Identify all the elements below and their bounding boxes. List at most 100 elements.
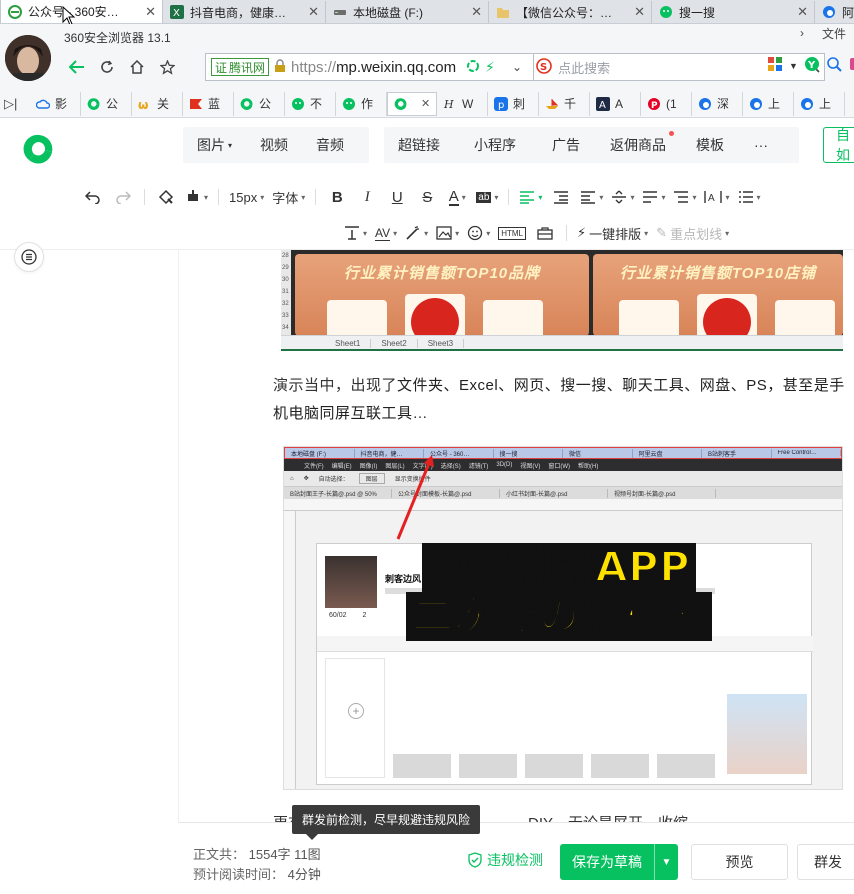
pinned-tab[interactable]: AA xyxy=(590,91,641,116)
insert-image[interactable]: 图片 ▾ xyxy=(183,135,246,155)
magic-wand-icon[interactable]: ▾ xyxy=(401,218,432,248)
pinned-tab[interactable]: 影 xyxy=(30,91,81,116)
close-icon[interactable]: ✕ xyxy=(797,4,808,20)
lightning-icon[interactable]: ⚡ xyxy=(485,59,495,76)
mass-send-button[interactable]: 群发 xyxy=(797,844,854,880)
media-insert-group: 图片 ▾ 视频 音频 xyxy=(183,127,369,163)
paragraph-spacing-icon[interactable]: ▾ xyxy=(638,182,669,212)
indent-icon[interactable] xyxy=(546,182,576,212)
outdent-icon[interactable]: ▾ xyxy=(576,182,607,212)
insert-hyperlink[interactable]: 超链接 xyxy=(384,135,454,155)
redo-icon[interactable] xyxy=(108,182,138,212)
insert-video[interactable]: 视频 xyxy=(246,135,302,155)
close-icon[interactable]: ✕ xyxy=(421,97,430,110)
preview-button[interactable]: 预览 xyxy=(691,844,788,880)
pinned-tab[interactable]: 公 xyxy=(234,91,285,116)
excel-screenshot-image[interactable]: 28 29 30 31 32 33 34 行业累计销售额TOP10品牌 行业累计销售额TOP… xyxy=(281,250,843,351)
clear-format-icon[interactable]: ▾ xyxy=(181,182,212,212)
dropdown-chevron-icon[interactable]: ⌄ xyxy=(512,60,522,74)
save-draft-button[interactable]: 保存为草稿 ▼ xyxy=(560,844,678,880)
file-menu[interactable]: 文件 xyxy=(822,25,846,42)
extension-puzzle-icon[interactable] xyxy=(848,56,854,75)
pinned-tab[interactable]: ✕ xyxy=(387,91,437,116)
extension-y-icon[interactable]: Y xyxy=(804,56,820,75)
underline-icon[interactable]: U xyxy=(382,182,412,212)
pinned-tab[interactable]: 不 xyxy=(285,91,336,116)
emoji-icon[interactable]: ▾ xyxy=(463,218,494,248)
pinned-tab[interactable]: 千 xyxy=(539,91,590,116)
avatar[interactable] xyxy=(5,35,51,81)
align-left-icon[interactable]: ▾ xyxy=(515,182,546,212)
undo-icon[interactable] xyxy=(78,182,108,212)
search-engine-icon[interactable]: S xyxy=(536,57,552,77)
insert-audio[interactable]: 音频 xyxy=(302,135,358,155)
pinned-tab[interactable]: ω关 xyxy=(132,91,183,116)
window-tab[interactable]: 本地磁盘 (F:) ✕ xyxy=(326,1,489,23)
close-icon[interactable]: ✕ xyxy=(308,4,319,20)
pinned-tab[interactable]: 作 xyxy=(336,91,387,116)
pinned-tab[interactable]: 公 xyxy=(81,91,132,116)
bold-icon[interactable]: B xyxy=(322,182,352,212)
close-icon[interactable]: ✕ xyxy=(145,4,156,20)
image-icon[interactable]: ▾ xyxy=(432,218,463,248)
insert-ad[interactable]: 广告 xyxy=(536,135,596,155)
home-button[interactable] xyxy=(122,53,152,81)
line-height-icon[interactable]: ▾ xyxy=(669,182,700,212)
more-button[interactable]: ··· xyxy=(740,137,782,153)
strikethrough-icon[interactable]: S xyxy=(412,182,442,212)
italic-icon[interactable]: I xyxy=(352,182,382,212)
editor-canvas[interactable]: 28 29 30 31 32 33 34 行业累计销售额TOP10品牌 行业累计销售额TOP… xyxy=(178,250,854,822)
refresh-button[interactable] xyxy=(92,53,122,81)
pinned-tab[interactable]: 上 xyxy=(743,91,794,116)
search-input[interactable]: 点此搜索 xyxy=(558,58,800,77)
insert-miniprogram[interactable]: 小程序 xyxy=(454,135,536,155)
margin-icon[interactable]: ▾ xyxy=(340,218,371,248)
sidebar-toggle-icon[interactable]: ▷| xyxy=(4,96,30,112)
apps-icon[interactable] xyxy=(767,56,783,75)
pinned-tab[interactable]: 蓝 xyxy=(183,91,234,116)
highlight-line-button[interactable]: ✎ 重点划线 ▾ xyxy=(652,218,733,248)
chevron-down-icon[interactable]: ▼ xyxy=(654,844,678,880)
pinned-tab[interactable]: P (1 xyxy=(641,91,692,116)
html-icon[interactable]: HTML xyxy=(494,218,530,248)
photoshop-screenshot-image[interactable]: 本地磁盘 (F:) 抖音电商，健… 公众号 - 360… 搜一搜 微信 阿里云盘 B站刺客手… xyxy=(283,446,843,790)
window-tab[interactable]: X 抖音电商，健康… ✕ xyxy=(163,1,326,23)
pinned-tab[interactable]: HW xyxy=(437,91,488,116)
certificate-badge[interactable]: 证腾讯网 xyxy=(211,58,270,76)
highlight-color-icon[interactable]: ab ▾ xyxy=(472,182,502,212)
chevron-down-icon[interactable]: ▼ xyxy=(789,61,798,71)
star-icon xyxy=(159,59,175,75)
chevron-right-icon[interactable]: › xyxy=(800,26,804,40)
window-tab[interactable]: 阿里 xyxy=(815,1,854,23)
one-click-layout-button[interactable]: ⚡ 一键排版 ▾ xyxy=(573,218,652,248)
publish-button-partial[interactable]: 自如 xyxy=(823,127,854,163)
favorite-button[interactable] xyxy=(152,53,182,81)
window-tab-active[interactable]: 公众号 - 360安… ✕ xyxy=(0,0,163,23)
insert-commission-product[interactable]: 返佣商品 xyxy=(596,131,680,155)
pinned-tab[interactable]: 上 xyxy=(794,91,845,116)
pinned-tab[interactable]: 深 xyxy=(692,91,743,116)
format-toolbar-row1: ▾ 15px ▾ 字体 ▾ B I U S A ▾ ab ▾ ▾ ▾ ▾ ▾ ▾ A ▾ … xyxy=(78,178,854,216)
url-text[interactable]: https://mp.weixin.qq.com xyxy=(291,59,461,76)
zoom-icon[interactable] xyxy=(826,56,842,75)
pinned-tab-label: 公 xyxy=(259,97,272,111)
list-icon[interactable]: ▾ xyxy=(734,182,765,212)
font-size-select[interactable]: 15px ▾ xyxy=(225,182,268,212)
window-tab[interactable]: 【微信公众号：… ✕ xyxy=(489,1,652,23)
compliance-check-button[interactable]: 违规检测 xyxy=(468,850,543,870)
outline-toggle-button[interactable] xyxy=(14,242,44,272)
window-tab[interactable]: 搜一搜 ✕ xyxy=(652,1,815,23)
pinned-tab[interactable]: p刺 xyxy=(488,91,539,116)
insert-template[interactable]: 模板 xyxy=(680,135,740,155)
back-button[interactable] xyxy=(62,53,92,81)
font-family-select[interactable]: 字体 ▾ xyxy=(268,182,309,212)
article-paragraph-1[interactable]: 演示当中，出现了文件夹、Excel、网页、搜一搜、聊天工具、网盘、PS，甚至是手… xyxy=(273,372,854,428)
toolbox-icon[interactable] xyxy=(530,218,560,248)
vertical-align-icon[interactable]: ▾ xyxy=(607,182,638,212)
letter-spacing-icon[interactable]: A ▾ xyxy=(700,182,733,212)
character-spacing-icon[interactable]: AV ▾ xyxy=(371,218,401,248)
close-icon[interactable]: ✕ xyxy=(471,4,482,20)
format-painter-icon[interactable] xyxy=(151,182,181,212)
text-color-icon[interactable]: A ▾ xyxy=(442,182,472,212)
close-icon[interactable]: ✕ xyxy=(634,4,645,20)
